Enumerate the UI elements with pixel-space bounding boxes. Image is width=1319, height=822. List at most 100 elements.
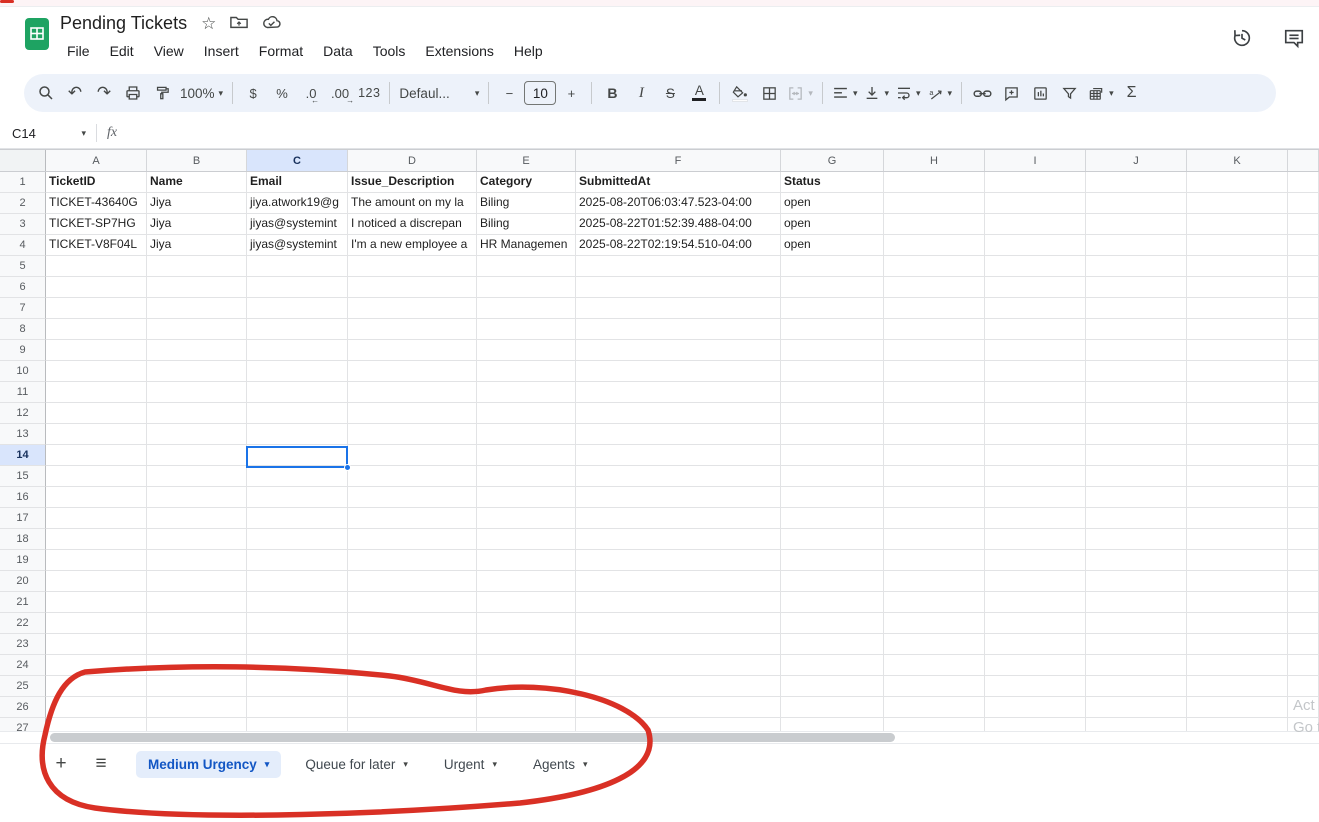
cell-E16[interactable] — [477, 487, 576, 508]
cell-x2[interactable] — [1288, 193, 1319, 214]
cell-B3[interactable]: Jiya — [147, 214, 247, 235]
cell-J1[interactable] — [1086, 172, 1187, 193]
cell-B19[interactable] — [147, 550, 247, 571]
cell-K18[interactable] — [1187, 529, 1288, 550]
row-header-20[interactable]: 20 — [0, 571, 46, 592]
cell-H5[interactable] — [884, 256, 985, 277]
cell-A27[interactable] — [46, 718, 147, 732]
cell-A17[interactable] — [46, 508, 147, 529]
cell-E10[interactable] — [477, 361, 576, 382]
cell-C12[interactable] — [247, 403, 348, 424]
decrease-decimal-icon[interactable]: .0 ← — [297, 79, 325, 107]
cell-A20[interactable] — [46, 571, 147, 592]
cell-K11[interactable] — [1187, 382, 1288, 403]
cell-C25[interactable] — [247, 676, 348, 697]
cell-G27[interactable] — [781, 718, 884, 732]
cell-F19[interactable] — [576, 550, 781, 571]
row-header-16[interactable]: 16 — [0, 487, 46, 508]
cell-C14[interactable] — [247, 445, 348, 466]
cell-C4[interactable]: jiyas@systemint — [247, 235, 348, 256]
cell-C7[interactable] — [247, 298, 348, 319]
cell-D20[interactable] — [348, 571, 477, 592]
cell-J19[interactable] — [1086, 550, 1187, 571]
cell-G24[interactable] — [781, 655, 884, 676]
cell-E11[interactable] — [477, 382, 576, 403]
sheet-tab-queue-for-later[interactable]: Queue for later▾ — [293, 751, 420, 778]
cell-J8[interactable] — [1086, 319, 1187, 340]
column-header-E[interactable]: E — [477, 150, 576, 171]
cell-B12[interactable] — [147, 403, 247, 424]
cell-F14[interactable] — [576, 445, 781, 466]
currency-format-icon[interactable]: $ — [239, 79, 267, 107]
cell-D2[interactable]: The amount on my la — [348, 193, 477, 214]
cell-E5[interactable] — [477, 256, 576, 277]
column-header-C[interactable]: C — [247, 150, 348, 171]
cell-B5[interactable] — [147, 256, 247, 277]
cell-B20[interactable] — [147, 571, 247, 592]
cell-A3[interactable]: TICKET-SP7HG — [46, 214, 147, 235]
cell-K25[interactable] — [1187, 676, 1288, 697]
cell-H27[interactable] — [884, 718, 985, 732]
cell-H17[interactable] — [884, 508, 985, 529]
cell-H4[interactable] — [884, 235, 985, 256]
cell-B16[interactable] — [147, 487, 247, 508]
cell-A25[interactable] — [46, 676, 147, 697]
cell-E12[interactable] — [477, 403, 576, 424]
row-header-13[interactable]: 13 — [0, 424, 46, 445]
cell-J3[interactable] — [1086, 214, 1187, 235]
row-header-9[interactable]: 9 — [0, 340, 46, 361]
row-header-4[interactable]: 4 — [0, 235, 46, 256]
cell-K23[interactable] — [1187, 634, 1288, 655]
text-rotation-icon[interactable]: a ▾ — [925, 79, 956, 107]
cell-B4[interactable]: Jiya — [147, 235, 247, 256]
italic-button[interactable]: I — [627, 79, 655, 107]
cell-x7[interactable] — [1288, 298, 1319, 319]
row-header-22[interactable]: 22 — [0, 613, 46, 634]
row-header-1[interactable]: 1 — [0, 172, 46, 193]
cell-G18[interactable] — [781, 529, 884, 550]
cell-D1[interactable]: Issue_Description — [348, 172, 477, 193]
cell-F21[interactable] — [576, 592, 781, 613]
cell-K16[interactable] — [1187, 487, 1288, 508]
cell-E8[interactable] — [477, 319, 576, 340]
cell-A18[interactable] — [46, 529, 147, 550]
cell-I16[interactable] — [985, 487, 1086, 508]
cell-G21[interactable] — [781, 592, 884, 613]
cell-x18[interactable] — [1288, 529, 1319, 550]
cell-H8[interactable] — [884, 319, 985, 340]
cell-C6[interactable] — [247, 277, 348, 298]
cell-E17[interactable] — [477, 508, 576, 529]
fill-handle[interactable] — [344, 464, 351, 471]
cell-I13[interactable] — [985, 424, 1086, 445]
cell-D4[interactable]: I'm a new employee a — [348, 235, 477, 256]
cell-H2[interactable] — [884, 193, 985, 214]
cell-K5[interactable] — [1187, 256, 1288, 277]
cell-B10[interactable] — [147, 361, 247, 382]
cell-I17[interactable] — [985, 508, 1086, 529]
cell-H23[interactable] — [884, 634, 985, 655]
cell-J10[interactable] — [1086, 361, 1187, 382]
cell-F22[interactable] — [576, 613, 781, 634]
cell-I18[interactable] — [985, 529, 1086, 550]
row-header-18[interactable]: 18 — [0, 529, 46, 550]
cell-I23[interactable] — [985, 634, 1086, 655]
cell-J5[interactable] — [1086, 256, 1187, 277]
sheet-tab-medium-urgency[interactable]: Medium Urgency▾ — [136, 751, 281, 778]
cell-D15[interactable] — [348, 466, 477, 487]
cell-H12[interactable] — [884, 403, 985, 424]
cell-J9[interactable] — [1086, 340, 1187, 361]
cell-x12[interactable] — [1288, 403, 1319, 424]
cell-G15[interactable] — [781, 466, 884, 487]
cell-A2[interactable]: TICKET-43640G — [46, 193, 147, 214]
cell-C8[interactable] — [247, 319, 348, 340]
cell-C3[interactable]: jiyas@systemint — [247, 214, 348, 235]
cell-D10[interactable] — [348, 361, 477, 382]
column-header-K[interactable]: K — [1187, 150, 1288, 171]
cell-F26[interactable] — [576, 697, 781, 718]
all-sheets-menu-icon[interactable]: ≡ — [86, 749, 116, 779]
row-header-3[interactable]: 3 — [0, 214, 46, 235]
cell-E20[interactable] — [477, 571, 576, 592]
cell-H10[interactable] — [884, 361, 985, 382]
cell-B26[interactable] — [147, 697, 247, 718]
cell-G26[interactable] — [781, 697, 884, 718]
